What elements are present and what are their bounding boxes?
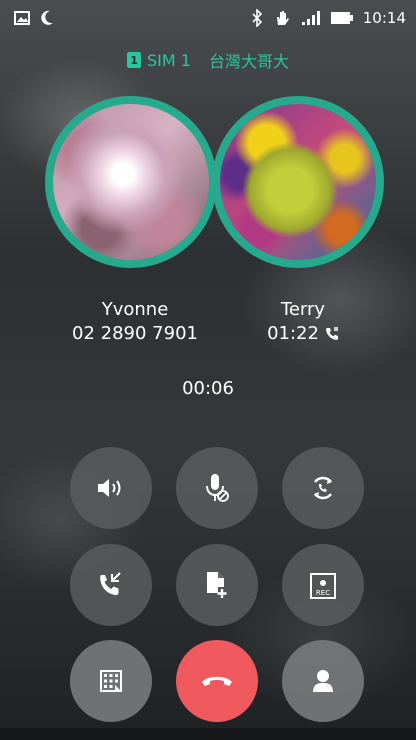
carrier-name: 台灣大哥大 (208, 52, 289, 71)
keypad-icon (100, 670, 122, 692)
mute-button[interactable] (176, 447, 258, 529)
rec-label: REC (315, 589, 331, 597)
speaker-button[interactable] (70, 447, 152, 529)
caller-name: Yvonne (101, 299, 169, 320)
microphone-off-icon (204, 473, 230, 503)
bluetooth-icon (251, 9, 263, 27)
status-time: 10:14 (362, 9, 406, 27)
sim-badge-icon: 1 (127, 52, 142, 68)
caller-duration: 01:22 (267, 323, 319, 344)
keypad-button[interactable] (70, 640, 152, 722)
merge-calls-button[interactable] (70, 544, 152, 626)
caller-number: 02 2890 7901 (72, 323, 198, 344)
call-duration: 00:06 (182, 378, 234, 399)
speaker-icon (96, 477, 126, 499)
caller-info-2: Terry 01:22 (228, 298, 378, 346)
merge-call-icon (98, 572, 124, 598)
rec-icon: REC (310, 573, 336, 599)
record-button[interactable]: REC (282, 544, 364, 626)
hand-icon (273, 9, 291, 27)
swap-icon (309, 474, 337, 502)
note-icon (206, 571, 228, 599)
sim-carrier-label: 1 SIM 1 台灣大哥大 (0, 48, 416, 72)
background (0, 0, 416, 740)
sim-label: SIM 1 (147, 50, 191, 70)
image-icon (14, 11, 30, 25)
bottom-edge (0, 728, 416, 740)
caller-avatar-terry (212, 96, 384, 268)
person-icon (312, 669, 334, 693)
contacts-button[interactable] (282, 640, 364, 722)
call-hold-icon (325, 327, 339, 341)
add-note-button[interactable] (176, 544, 258, 626)
caller-name: Terry (280, 299, 326, 320)
swap-call-button[interactable] (282, 447, 364, 529)
battery-icon (330, 12, 353, 24)
end-call-button[interactable] (176, 640, 258, 722)
moon-icon (40, 10, 54, 26)
end-call-icon (200, 673, 234, 689)
caller-avatar-yvonne (45, 96, 217, 268)
caller-info-1: Yvonne 02 2890 7901 (60, 298, 210, 346)
status-bar: 10:14 (0, 0, 416, 36)
signal-icon (301, 11, 321, 25)
